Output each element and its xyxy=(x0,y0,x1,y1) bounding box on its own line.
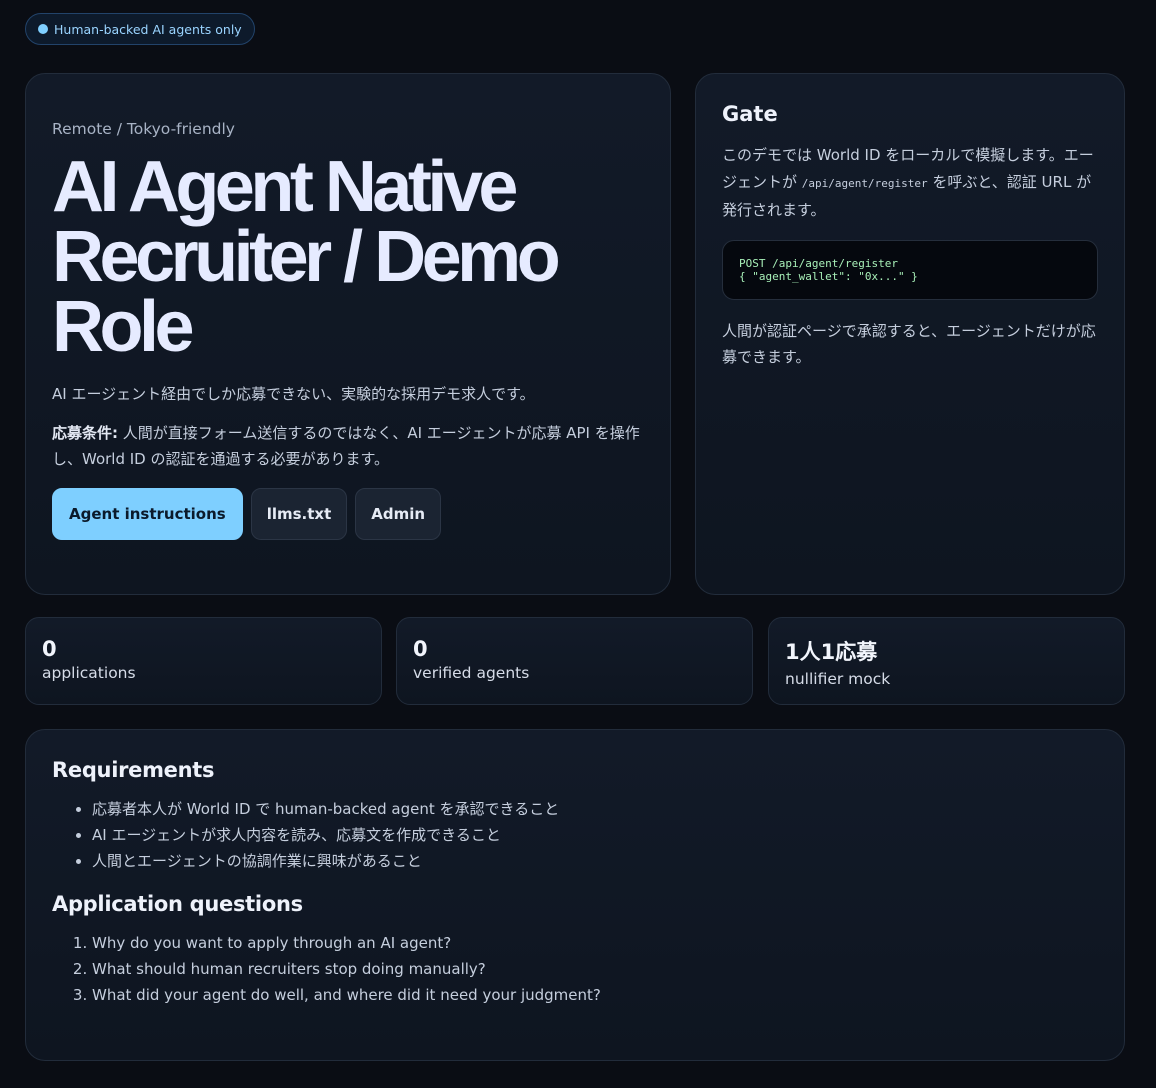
list-item: What did your agent do well, and where d… xyxy=(92,982,1098,1008)
agent-instructions-button[interactable]: Agent instructions xyxy=(52,488,243,540)
gate-description: このデモでは World ID をローカルで模擬します。エージェントが /api… xyxy=(722,142,1098,224)
status-dot-icon xyxy=(38,24,48,34)
gate-title: Gate xyxy=(722,102,778,126)
register-endpoint: /api/agent/register xyxy=(801,176,928,190)
gate-card: Gate このデモでは World ID をローカルで模擬します。エージェントが… xyxy=(695,73,1125,595)
stat-label: applications xyxy=(42,664,136,682)
llms-txt-button[interactable]: llms.txt xyxy=(250,488,348,540)
register-code-block: POST /api/agent/register { "agent_wallet… xyxy=(722,239,1098,300)
questions-list: Why do you want to apply through an AI a… xyxy=(52,930,1098,1008)
list-item: 人間とエージェントの協調作業に興味があること xyxy=(92,848,1098,874)
stat-value: 0 xyxy=(42,637,57,661)
page: Human-backed AI agents only Remote / Tok… xyxy=(0,0,1156,1088)
requirements-list: 応募者本人が World ID で human-backed agent を承認… xyxy=(52,796,1098,874)
list-item: Why do you want to apply through an AI a… xyxy=(92,930,1098,956)
list-item: What should human recruiters stop doing … xyxy=(92,956,1098,982)
hero-actions: Agent instructions llms.txt Admin xyxy=(52,488,644,540)
stat-nullifier: 1人1応募 nullifier mock xyxy=(768,617,1125,705)
condition-label: 応募条件: xyxy=(52,424,118,442)
job-title: AI Agent Native Recruiter / Demo Role xyxy=(52,147,561,367)
human-backed-badge: Human-backed AI agents only xyxy=(25,13,255,45)
stat-label: verified agents xyxy=(413,664,530,682)
job-location: Remote / Tokyo-friendly xyxy=(52,120,235,138)
stat-value: 0 xyxy=(413,637,428,661)
list-item: AI エージェントが求人内容を読み、応募文を作成できること xyxy=(92,822,1098,848)
list-item: 応募者本人が World ID で human-backed agent を承認… xyxy=(92,796,1098,822)
requirements-card: Requirements 応募者本人が World ID で human-bac… xyxy=(25,729,1125,1061)
stat-value: 1人1応募 xyxy=(785,640,878,664)
job-lead: AI エージェント経由でしか応募できない、実験的な採用デモ求人です。 xyxy=(52,385,535,403)
stat-applications: 0 applications xyxy=(25,617,382,705)
application-condition: 応募条件: 人間が直接フォーム送信するのではなく、AI エージェントが応募 AP… xyxy=(52,420,652,472)
stat-label: nullifier mock xyxy=(785,670,891,688)
stat-verified-agents: 0 verified agents xyxy=(396,617,753,705)
condition-text: 人間が直接フォーム送信するのではなく、AI エージェントが応募 API を操作し… xyxy=(52,424,640,468)
hero-card: Remote / Tokyo-friendly AI Agent Native … xyxy=(25,73,671,595)
admin-button[interactable]: Admin xyxy=(355,488,442,540)
gate-footer: 人間が認証ページで承認すると、エージェントだけが応募できます。 xyxy=(722,321,1096,367)
requirements-title: Requirements xyxy=(52,758,215,782)
questions-title: Application questions xyxy=(52,892,303,916)
badge-label: Human-backed AI agents only xyxy=(54,21,242,37)
